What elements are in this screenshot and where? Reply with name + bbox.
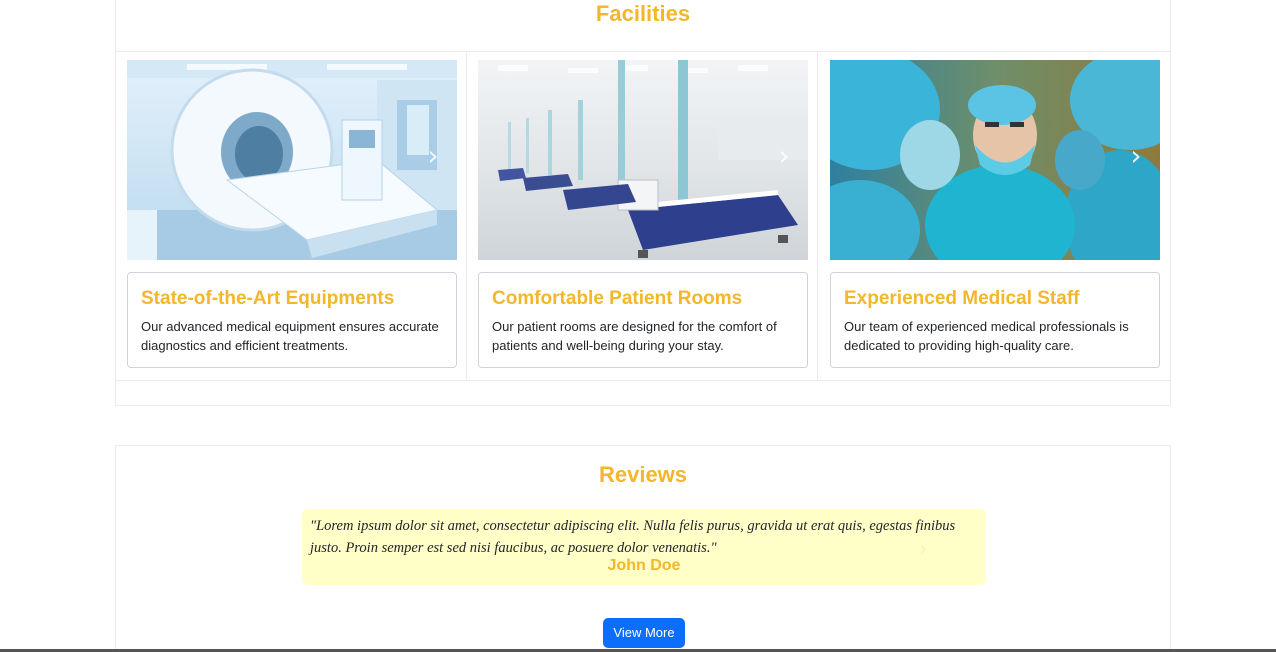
- reviews-title: Reviews: [598, 462, 688, 487]
- facility-column: › Experienced Medical Staff Our team of …: [819, 52, 1170, 380]
- review-next-arrow[interactable]: ›: [920, 539, 927, 560]
- mri-scanner-image: ›: [127, 60, 457, 260]
- carousel-next-arrow[interactable]: ›: [1126, 142, 1146, 170]
- facilities-section: Facilities › State-of-the-Art Equipments…: [115, 0, 1171, 406]
- divider: [116, 380, 1170, 381]
- carousel-next-arrow[interactable]: ›: [774, 142, 794, 170]
- facility-card-description: Our advanced medical equipment ensures a…: [141, 319, 439, 353]
- facility-column: › State-of-the-Art Equipments Our advanc…: [116, 52, 467, 380]
- facility-card-description: Our patient rooms are designed for the c…: [492, 319, 777, 353]
- review-quote: "Lorem ipsum dolor sit amet, consectetur…: [310, 518, 956, 556]
- facility-card: State-of-the-Art Equipments Our advanced…: [127, 272, 457, 368]
- facility-card: Comfortable Patient Rooms Our patient ro…: [478, 272, 808, 368]
- review-author: John Doe: [607, 557, 681, 574]
- facility-card-title: Comfortable Patient Rooms: [492, 288, 743, 309]
- facility-card: Experienced Medical Staff Our team of ex…: [830, 272, 1160, 368]
- facility-card-description: Our team of experienced medical professi…: [844, 319, 1129, 353]
- facility-card-title: Experienced Medical Staff: [844, 288, 1080, 309]
- facility-card-title: State-of-the-Art Equipments: [141, 288, 395, 309]
- surgeons-image: ›: [830, 60, 1160, 260]
- carousel-next-arrow[interactable]: ›: [423, 142, 443, 170]
- facility-column: › Comfortable Patient Rooms Our patient …: [467, 52, 818, 380]
- facilities-title: Facilities: [595, 1, 691, 26]
- reviews-section: Reviews "Lorem ipsum dolor sit amet, con…: [115, 445, 1171, 652]
- view-more-button[interactable]: View More: [603, 618, 685, 648]
- hospital-ward-image: ›: [478, 60, 808, 260]
- review-card: "Lorem ipsum dolor sit amet, consectetur…: [302, 509, 986, 585]
